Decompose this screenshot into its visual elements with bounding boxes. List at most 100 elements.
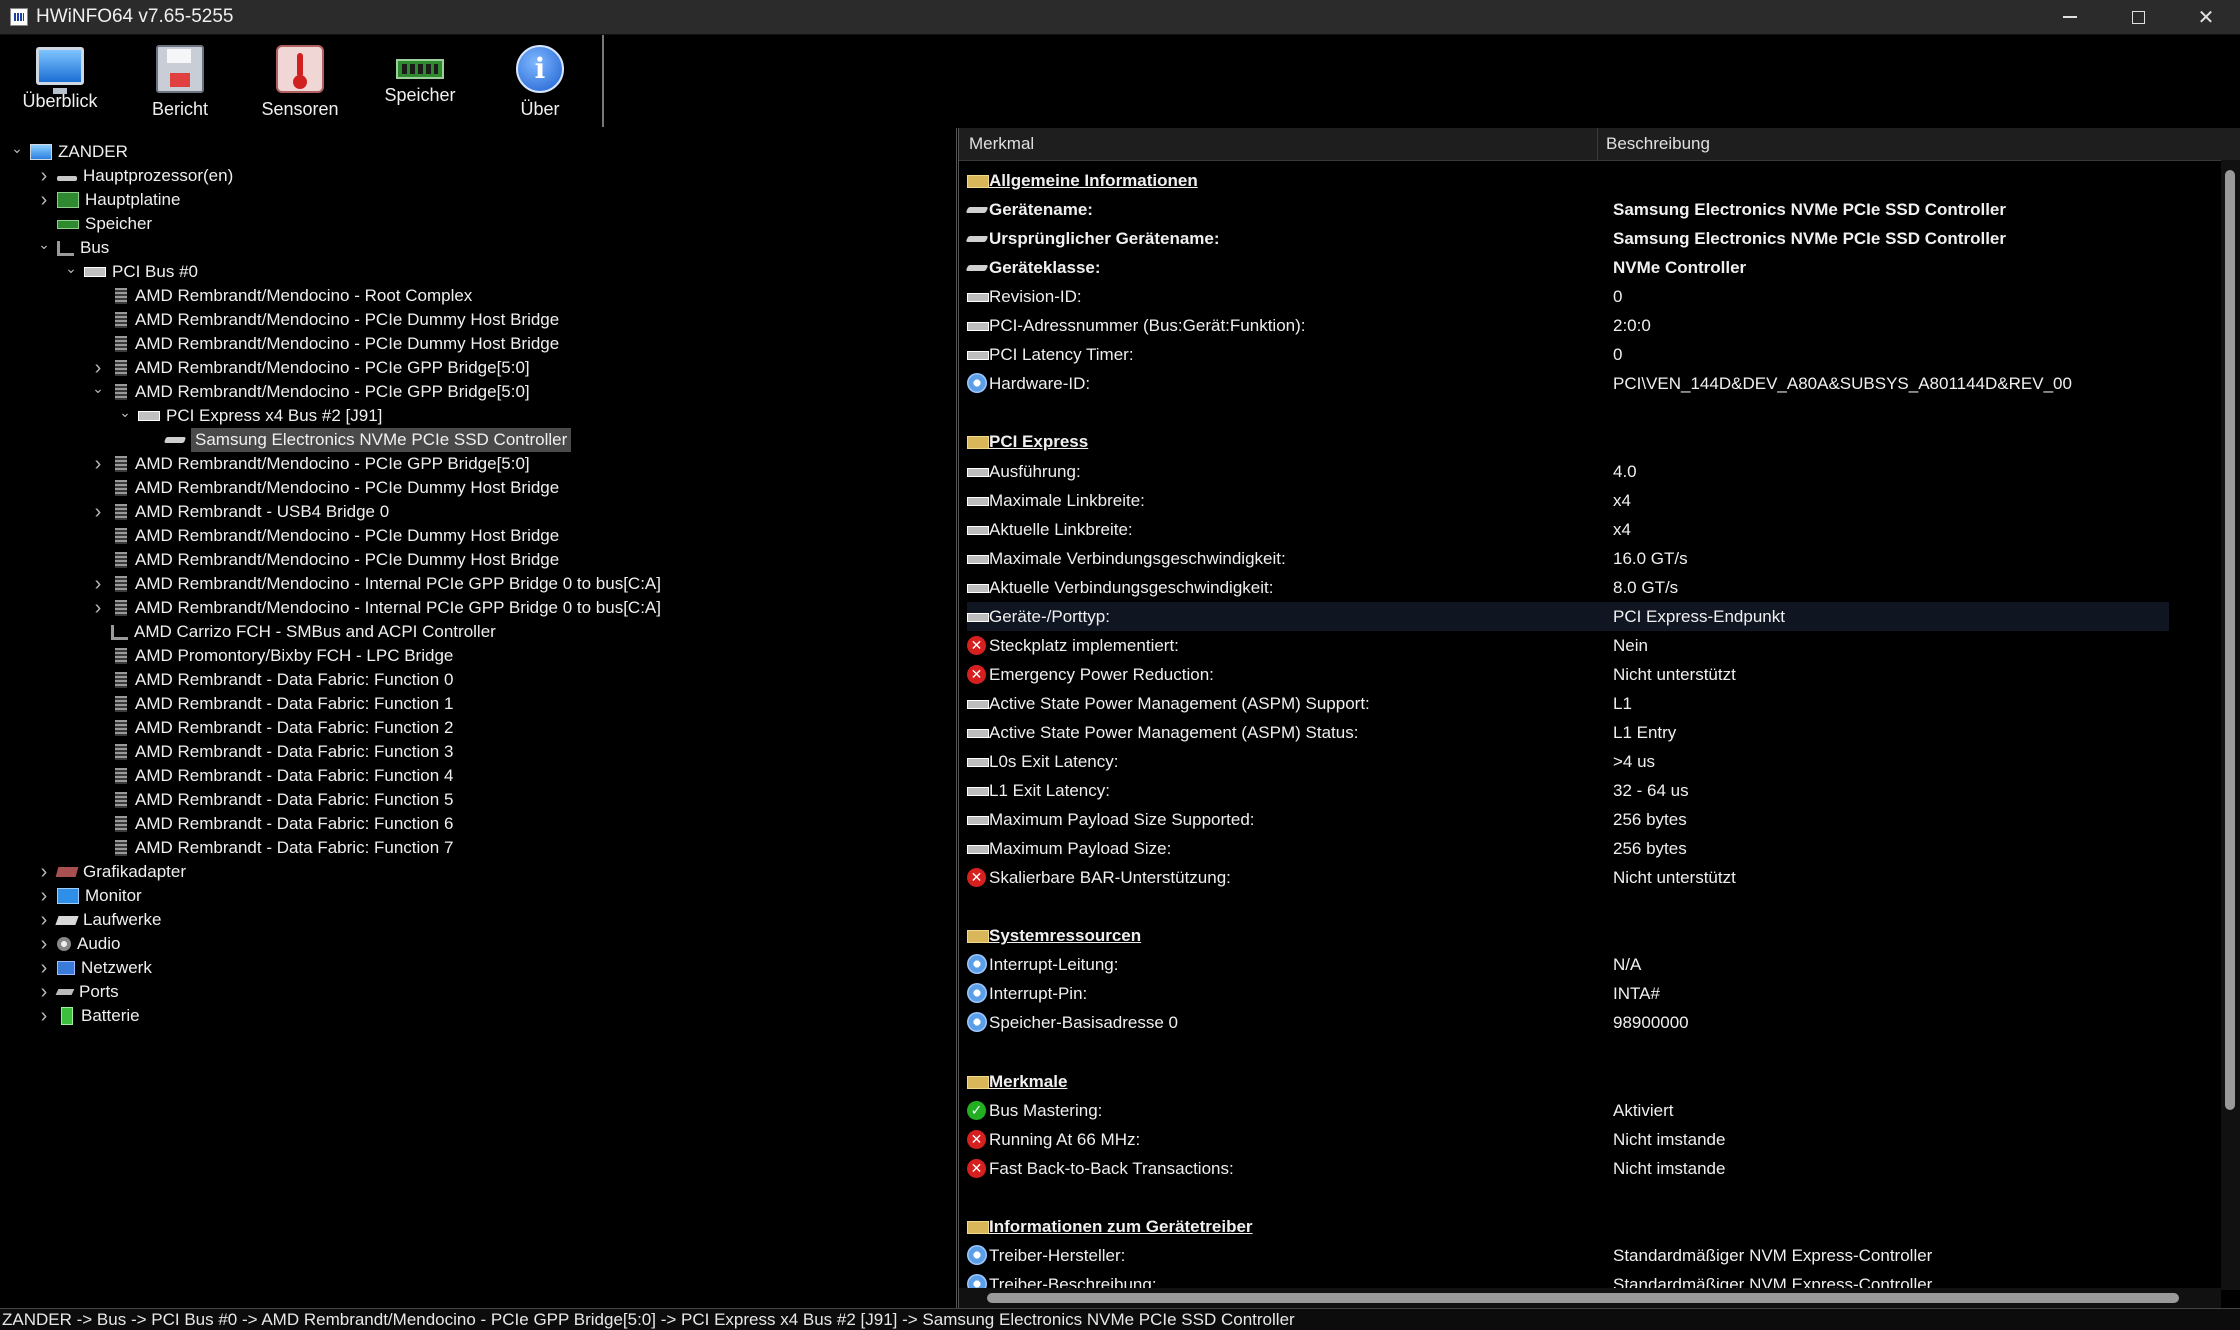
memory-button[interactable]: Speicher [360,35,480,127]
tree-item[interactable]: AMD Rembrandt/Mendocino - PCIe Dummy Hos… [91,308,559,332]
detail-row[interactable]: Interrupt-Pin: INTA# [967,979,2169,1008]
tree-item[interactable]: › AMD Rembrandt/Mendocino - PCIe GPP Brid… [91,356,530,380]
collapse-chevron-icon[interactable]: ⌄ [10,136,24,160]
expand-chevron-icon[interactable]: › [37,980,51,1004]
tree-item[interactable]: AMD Rembrandt - Data Fabric: Function 5 [91,788,453,812]
section-header[interactable]: Merkmale [967,1067,2169,1096]
tree-item[interactable]: ⌄ AMD Rembrandt/Mendocino - PCIe GPP Brid… [91,380,530,404]
horizontal-scroll-thumb[interactable] [987,1293,2179,1303]
vertical-scroll-thumb[interactable] [2225,170,2235,1110]
tree-item[interactable]: › AMD Rembrandt/Mendocino - Internal PCIe… [91,596,661,620]
vertical-scrollbar[interactable] [2221,160,2240,1290]
expand-chevron-icon[interactable]: › [91,572,105,596]
column-description[interactable]: Beschreibung [1597,128,2240,160]
tree-item[interactable]: › Hauptplatine [37,188,181,212]
overview-button[interactable]: Überblick [0,35,120,127]
detail-row[interactable]: ✕ Emergency Power Reduction: Nicht unterst… [967,660,2169,689]
tree-item[interactable]: AMD Rembrandt - Data Fabric: Function 3 [91,740,453,764]
detail-row[interactable]: Ursprünglicher Gerätename: Samsung Electr… [965,224,2169,253]
detail-row[interactable]: ✕ Steckplatz implementiert: Nein [967,631,2169,660]
tree-item[interactable]: › AMD Rembrandt/Mendocino - PCIe GPP Brid… [91,452,530,476]
detail-row[interactable]: Interrupt-Leitung: N/A [967,950,2169,979]
report-button[interactable]: Bericht [120,35,240,127]
detail-row[interactable]: L0s Exit Latency: >4 us [967,747,2169,776]
tree-item[interactable]: AMD Rembrandt - Data Fabric: Function 4 [91,764,453,788]
tree-item[interactable]: AMD Rembrandt - Data Fabric: Function 6 [91,812,453,836]
tree-item[interactable]: ⌄ PCI Express x4 Bus #2 [J91] [118,404,382,428]
tree-item[interactable]: AMD Carrizo FCH - SMBus and ACPI Control… [91,620,496,644]
tree-item[interactable]: AMD Rembrandt - Data Fabric: Function 2 [91,716,453,740]
detail-row[interactable]: Geräteklasse: NVMe Controller [965,253,2169,282]
expand-chevron-icon[interactable]: › [37,164,51,188]
horizontal-scrollbar[interactable] [959,1288,2221,1308]
tree-item[interactable]: › Hauptprozessor(en) [37,164,234,188]
tree-item[interactable]: › AMD Rembrandt/Mendocino - Internal PCIe… [91,572,661,596]
collapse-chevron-icon[interactable]: ⌄ [91,376,105,400]
collapse-chevron-icon[interactable]: ⌄ [118,400,132,424]
tree-item[interactable]: › Audio [37,932,121,956]
tree-item[interactable]: › Grafikadapter [37,860,186,884]
tree-item[interactable]: AMD Rembrandt/Mendocino - PCIe Dummy Hos… [91,524,559,548]
detail-row[interactable]: ✓ Bus Mastering: Aktiviert [967,1096,2169,1125]
detail-list[interactable]: Merkmal Beschreibung Allgemeine Informat… [958,128,2240,1308]
column-feature[interactable]: Merkmal [969,128,1589,160]
tree-item[interactable]: AMD Rembrandt/Mendocino - PCIe Dummy Hos… [91,548,559,572]
section-header[interactable]: Informationen zum Gerätetreiber [967,1212,2169,1241]
detail-row[interactable]: Maximale Linkbreite: x4 [967,486,2169,515]
detail-row[interactable]: Geräte-/Porttyp: PCI Express-Endpunkt [967,601,2169,631]
tree-item[interactable]: › Monitor [37,884,142,908]
collapse-chevron-icon[interactable]: ⌄ [37,232,51,256]
expand-chevron-icon[interactable]: › [91,500,105,524]
detail-row[interactable]: ✕ Running At 66 MHz: Nicht imstande [967,1125,2169,1154]
expand-chevron-icon[interactable]: › [37,932,51,956]
close-button[interactable]: ✕ [2172,0,2240,34]
expand-chevron-icon[interactable]: › [37,1004,51,1028]
detail-row[interactable]: PCI Latency Timer: 0 [967,340,2169,369]
detail-row[interactable]: Treiber-Hersteller: Standardmäßiger NVM E… [967,1241,2169,1270]
maximize-button[interactable] [2104,0,2172,34]
section-header[interactable]: Allgemeine Informationen [967,166,2169,195]
detail-row[interactable]: Gerätename: Samsung Electronics NVMe PCIe… [965,195,2169,224]
detail-row[interactable]: ✕ Fast Back-to-Back Transactions: Nicht im… [967,1154,2169,1183]
tree-item[interactable]: › Laufwerke [37,908,162,932]
expand-chevron-icon[interactable]: › [91,596,105,620]
tree-item[interactable]: AMD Rembrandt - Data Fabric: Function 1 [91,692,453,716]
detail-row[interactable]: Active State Power Management (ASPM) Sta… [967,718,2169,747]
tree-item[interactable]: › Ports [37,980,119,1004]
detail-row[interactable]: PCI-Adressnummer (Bus:Gerät:Funktion): 2:… [967,311,2169,340]
section-header[interactable]: PCI Express [967,427,2169,456]
expand-chevron-icon[interactable]: › [37,956,51,980]
tree-item[interactable]: AMD Rembrandt - Data Fabric: Function 7 [91,836,453,860]
detail-row[interactable]: L1 Exit Latency: 32 - 64 us [967,776,2169,805]
expand-chevron-icon[interactable]: › [37,860,51,884]
tree-item[interactable]: Samsung Electronics NVMe PCIe SSD Contro… [145,428,572,452]
tree-item[interactable]: › Batterie [37,1004,140,1028]
detail-row[interactable]: ✕ Skalierbare BAR-Unterstützung: Nicht unt… [967,863,2169,892]
collapse-chevron-icon[interactable]: ⌄ [64,256,78,280]
detail-row[interactable]: Hardware-ID: PCI\VEN_144D&DEV_A80A&SUBSYS… [967,369,2169,398]
expand-chevron-icon[interactable]: › [91,452,105,476]
tree-item[interactable]: ⌄ ZANDER [10,140,128,164]
tree-item[interactable]: Speicher [37,212,152,236]
detail-row[interactable]: Revision-ID: 0 [967,282,2169,311]
expand-chevron-icon[interactable]: › [37,884,51,908]
tree-item[interactable]: › Netzwerk [37,956,152,980]
expand-chevron-icon[interactable]: › [37,908,51,932]
tree-item[interactable]: AMD Rembrandt/Mendocino - Root Complex [91,284,472,308]
detail-row[interactable]: Speicher-Basisadresse 0 98900000 [967,1008,2169,1037]
tree-item[interactable]: AMD Promontory/Bixby FCH - LPC Bridge [91,644,453,668]
about-button[interactable]: i Über [480,35,600,127]
detail-row[interactable]: Aktuelle Linkbreite: x4 [967,515,2169,544]
expand-chevron-icon[interactable]: › [37,188,51,212]
minimize-button[interactable] [2036,0,2104,34]
tree-item[interactable]: AMD Rembrandt/Mendocino - PCIe Dummy Hos… [91,332,559,356]
tree-item[interactable]: AMD Rembrandt/Mendocino - PCIe Dummy Hos… [91,476,559,500]
section-header[interactable]: Systemressourcen [967,921,2169,950]
device-tree[interactable]: ⌄ ZANDER › Hauptprozessor(en) › Hauptplatine S… [0,128,957,1308]
detail-row[interactable]: Maximum Payload Size Supported: 256 bytes [967,805,2169,834]
tree-item[interactable]: ⌄ PCI Bus #0 [64,260,198,284]
sensors-button[interactable]: Sensoren [240,35,360,127]
detail-row[interactable]: Ausführung: 4.0 [967,457,2169,486]
detail-row[interactable]: Maximale Verbindungsgeschwindigkeit: 16.0… [967,544,2169,573]
tree-item[interactable]: AMD Rembrandt - Data Fabric: Function 0 [91,668,453,692]
